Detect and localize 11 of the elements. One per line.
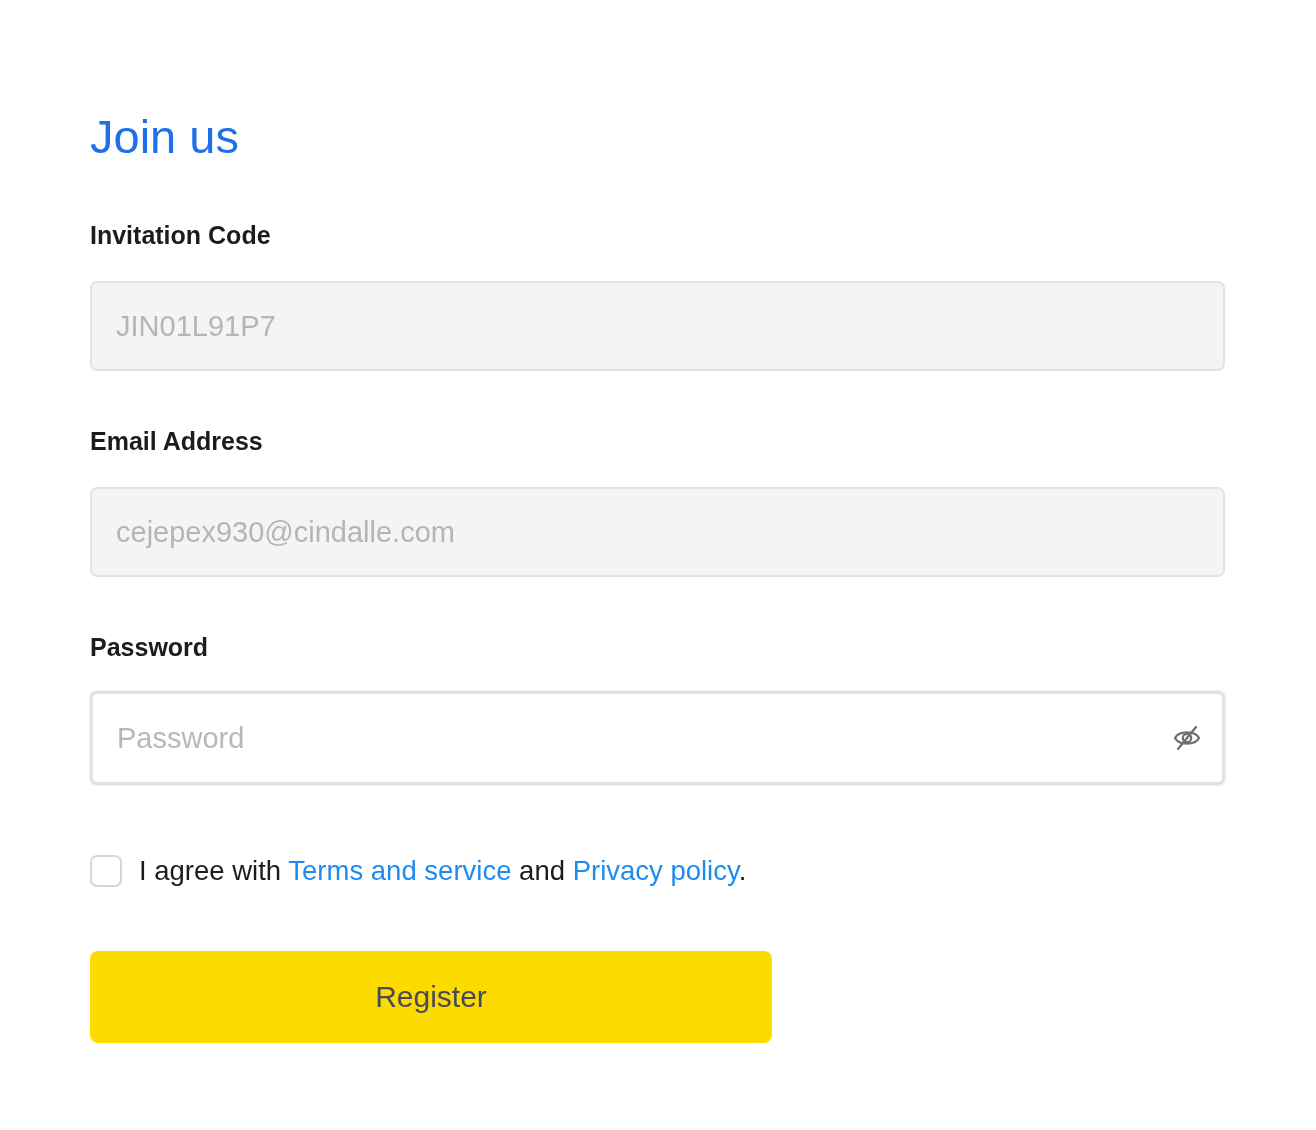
register-button[interactable]: Register [90, 951, 772, 1043]
eye-slash-icon[interactable] [1173, 725, 1201, 751]
password-field[interactable]: Password [90, 691, 1225, 785]
agreement-text: I agree with Terms and service and Privacy policy. [139, 854, 747, 888]
text-link[interactable]: Privacy policy [572, 855, 739, 886]
checkbox[interactable] [90, 855, 122, 887]
field-label: Invitation Code [90, 220, 271, 251]
page-title: Join us [90, 109, 239, 165]
text-link[interactable]: Terms and service [288, 855, 512, 886]
field-label: Email Address [90, 426, 263, 457]
field-label: Password [90, 632, 209, 663]
